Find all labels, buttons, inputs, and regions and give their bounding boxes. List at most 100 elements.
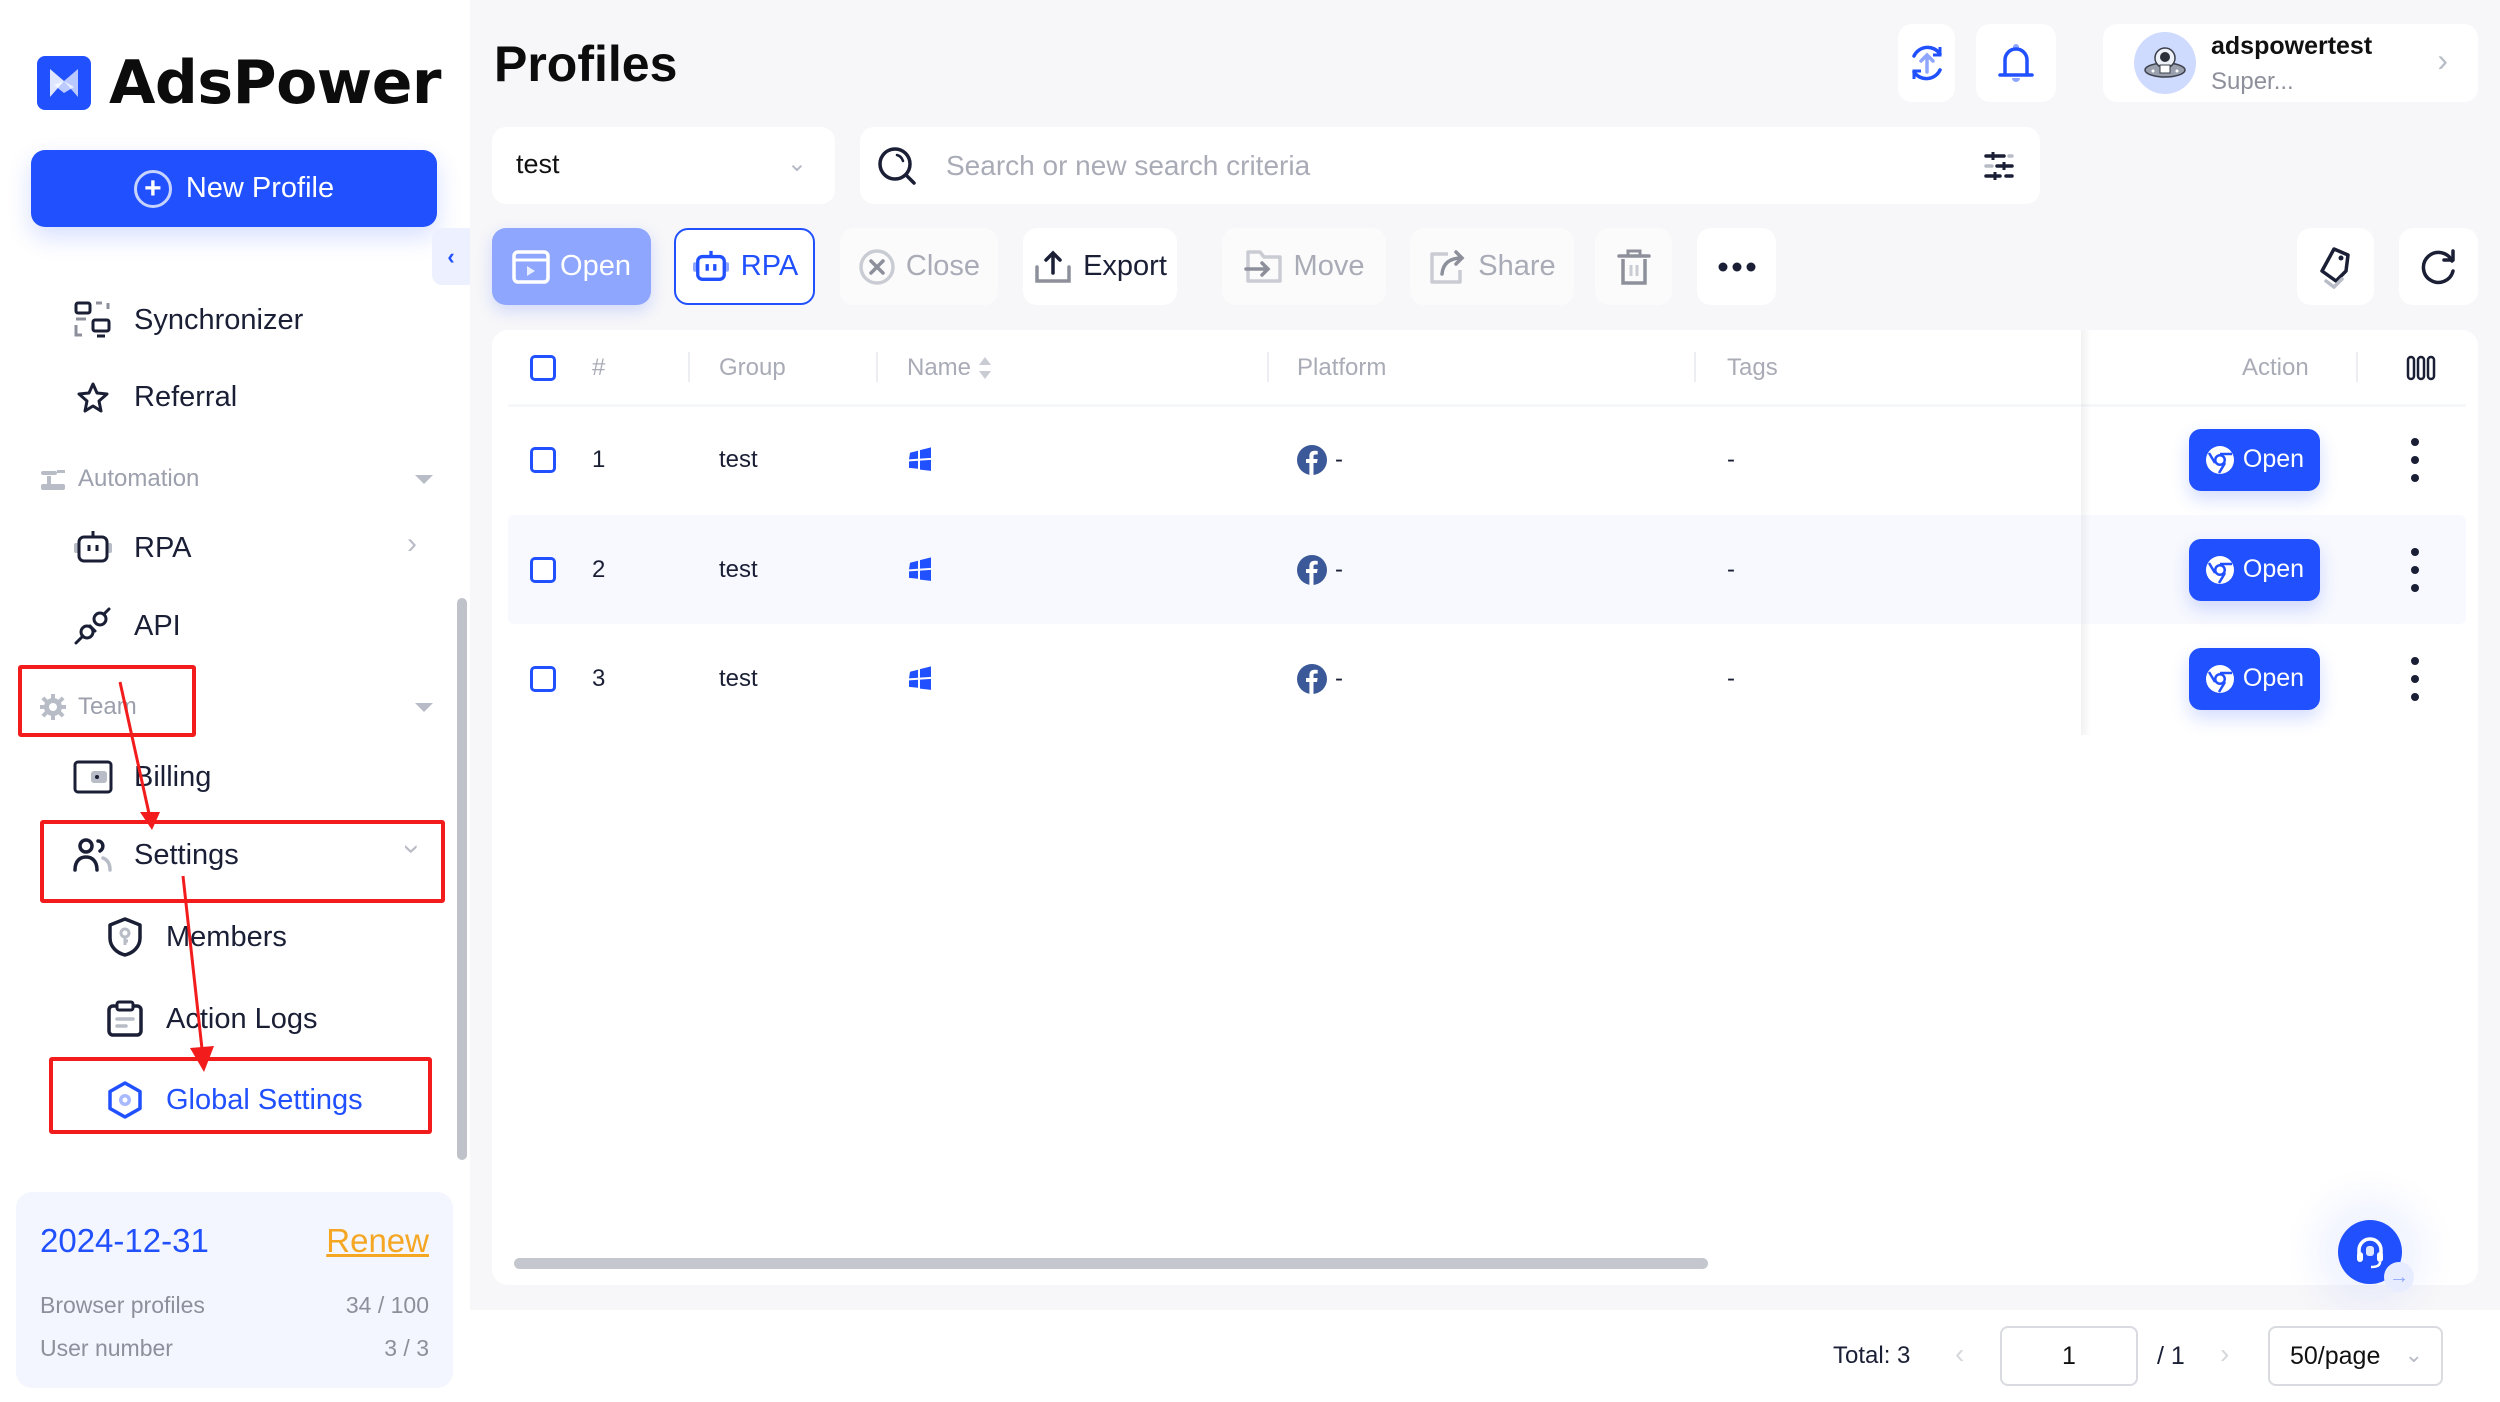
column-header-platform[interactable]: Platform — [1297, 330, 1386, 405]
select-all-checkbox[interactable] — [530, 354, 556, 381]
prev-page-button[interactable]: ‹ — [1955, 1338, 1964, 1370]
bell-icon — [1998, 44, 2034, 82]
platform-cell: - — [1297, 515, 1343, 624]
pagination-bar — [470, 1310, 2500, 1402]
row-action-cell: Open — [2189, 515, 2320, 624]
filter-settings-button[interactable] — [1982, 149, 2016, 183]
open-profile-label: Open — [2242, 664, 2305, 692]
search-icon — [874, 143, 920, 189]
row-index: 3 — [592, 664, 606, 692]
open-profile-button[interactable]: Open — [2189, 538, 2320, 601]
row-checkbox[interactable] — [530, 556, 556, 583]
row-more-cell — [2405, 624, 2425, 733]
os-cell — [907, 405, 933, 514]
page-size-value: 50/page — [2290, 1342, 2381, 1370]
row-checkbox[interactable] — [530, 665, 556, 692]
more-horizontal-icon — [1718, 262, 1755, 271]
more-vertical-icon[interactable] — [2405, 656, 2425, 701]
row-tags: - — [1727, 445, 1735, 473]
close-selected-button[interactable]: Close — [840, 228, 998, 305]
share-icon — [1428, 248, 1468, 286]
row-action-cell: Open — [2189, 405, 2320, 514]
annotation-arrowhead-2 — [190, 1046, 214, 1072]
column-header-group[interactable]: Group — [719, 330, 786, 405]
export-upload-icon — [1033, 249, 1073, 285]
fixed-column-shadow — [2081, 330, 2091, 735]
horizontal-scrollbar[interactable] — [514, 1258, 1708, 1269]
column-settings-button[interactable] — [2406, 330, 2436, 405]
total-pages: / 1 — [2157, 1342, 2185, 1370]
avatar — [2134, 32, 2196, 94]
column-header-name[interactable]: Name — [907, 330, 993, 405]
search-input[interactable] — [946, 141, 1906, 191]
move-label: Move — [1293, 250, 1365, 282]
rpa-button[interactable]: RPA — [674, 228, 815, 305]
export-button[interactable]: Export — [1023, 228, 1177, 305]
open-profile-button[interactable]: Open — [2189, 647, 2320, 710]
page-size-select[interactable]: 50/page ⌄ — [2268, 1326, 2443, 1386]
platform-account: - — [1335, 445, 1343, 473]
notifications-button[interactable] — [1976, 24, 2056, 102]
row-checkbox[interactable] — [530, 446, 556, 473]
annotation-arrow-2 — [181, 875, 205, 1059]
move-button[interactable]: Move — [1222, 228, 1386, 305]
facebook-icon — [1297, 554, 1327, 585]
open-selected-button[interactable]: Open — [492, 228, 651, 305]
astronaut-avatar-icon — [2144, 47, 2186, 78]
share-button[interactable]: Share — [1410, 228, 1574, 305]
column-divider — [1267, 352, 1269, 382]
open-label: Open — [560, 250, 631, 282]
table-row[interactable]: 1 test - - Open — [508, 405, 2466, 514]
tag-icon — [2319, 246, 2350, 289]
annotation-arrow-1 — [118, 681, 152, 819]
row-more-cell — [2405, 405, 2425, 514]
sort-icon[interactable] — [977, 355, 993, 381]
row-index: 1 — [592, 445, 606, 473]
chrome-icon — [2205, 664, 2235, 694]
share-label: Share — [1478, 250, 1556, 282]
next-page-button[interactable]: › — [2220, 1338, 2229, 1370]
export-label: Export — [1083, 250, 1167, 282]
group-select[interactable]: test ⌄ — [492, 127, 835, 204]
column-header-tags[interactable]: Tags — [1727, 330, 1778, 405]
row-checkbox-cell — [530, 405, 556, 514]
windows-icon — [909, 446, 931, 471]
user-profile-card[interactable]: adspowertest Super... › — [2103, 24, 2478, 102]
os-cell — [907, 624, 933, 733]
refresh-button[interactable] — [2399, 228, 2478, 305]
row-tags: - — [1727, 664, 1735, 692]
facebook-icon — [1297, 663, 1327, 694]
platform-account: - — [1335, 664, 1343, 692]
chevron-right-icon: › — [2437, 42, 2448, 78]
trash-icon — [1616, 249, 1651, 285]
refresh-icon — [2421, 248, 2455, 284]
more-vertical-icon[interactable] — [2405, 437, 2425, 482]
column-divider — [688, 352, 690, 382]
column-header-name-label: Name — [907, 353, 972, 381]
open-profile-button[interactable]: Open — [2189, 428, 2320, 491]
delete-button[interactable] — [1595, 228, 1672, 305]
platform-cell: - — [1297, 405, 1343, 514]
column-divider — [2356, 352, 2358, 382]
arrow-right-icon: → — [2384, 1262, 2414, 1292]
column-divider — [1694, 352, 1696, 382]
page-number-input[interactable] — [2000, 1326, 2138, 1386]
table-row[interactable]: 3 test - - Open — [508, 624, 2466, 733]
sync-upload-button[interactable] — [1898, 24, 1955, 102]
row-index: 2 — [592, 555, 606, 583]
user-name: adspowertest — [2211, 32, 2373, 60]
search-bar — [860, 127, 2040, 204]
more-vertical-icon[interactable] — [2405, 547, 2425, 592]
tags-button[interactable] — [2297, 228, 2374, 305]
column-divider — [876, 352, 878, 382]
chrome-icon — [2205, 445, 2235, 475]
headset-icon — [2357, 1237, 2383, 1269]
row-group: test — [719, 664, 758, 692]
row-group: test — [719, 445, 758, 473]
customer-support-button[interactable]: → — [2338, 1220, 2414, 1292]
more-actions-button[interactable] — [1697, 228, 1776, 305]
windows-icon — [909, 556, 931, 581]
table-row[interactable]: 2 test - - Open — [508, 515, 2466, 624]
rpa-label: RPA — [740, 250, 799, 282]
chrome-icon — [2205, 555, 2235, 585]
